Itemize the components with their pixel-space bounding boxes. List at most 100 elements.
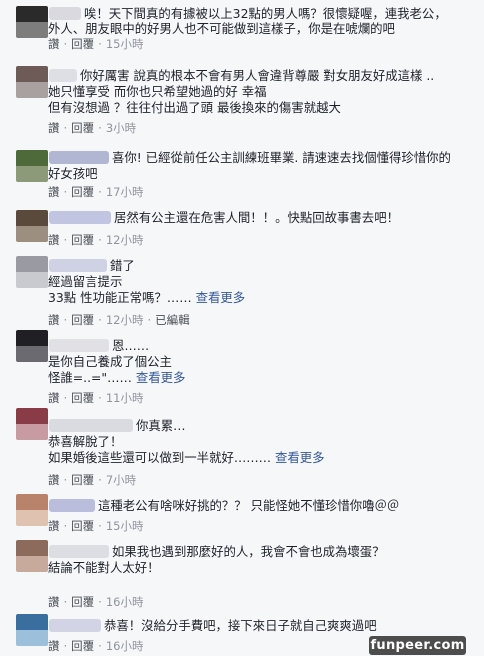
comment-actions: 讚 · 回覆 · 16小時 <box>48 638 143 654</box>
commenter-name-blurred[interactable] <box>49 619 101 632</box>
timestamp[interactable]: 11小時 <box>106 391 144 405</box>
reply-link[interactable]: 回覆 <box>71 37 94 51</box>
edited-label[interactable]: 已編輯 <box>155 313 190 327</box>
like-link[interactable]: 讚 <box>48 473 60 487</box>
separator-dot: · <box>63 233 68 247</box>
avatar[interactable] <box>16 256 48 288</box>
commenter-name-blurred[interactable] <box>49 545 109 558</box>
avatar[interactable] <box>16 408 48 440</box>
avatar[interactable] <box>16 150 48 182</box>
timestamp[interactable]: 7小時 <box>106 473 136 487</box>
separator-dot: · <box>98 473 102 487</box>
avatar[interactable] <box>16 494 48 526</box>
see-more-link[interactable]: 查看更多 <box>271 450 325 465</box>
separator-dot: · <box>98 639 102 653</box>
like-link[interactable]: 讚 <box>48 185 60 199</box>
avatar[interactable] <box>16 540 48 572</box>
timestamp[interactable]: 16小時 <box>106 639 144 653</box>
comment-actions: 讚 · 回覆 · 12小時 · 已編輯 <box>48 312 190 328</box>
avatar[interactable] <box>16 6 48 38</box>
separator-dot: · <box>63 639 68 653</box>
see-more-link[interactable]: 查看更多 <box>192 290 246 305</box>
avatar[interactable] <box>16 614 48 646</box>
comment-text: 結論不能對人太好！ <box>48 560 160 575</box>
avatar[interactable] <box>16 66 48 98</box>
commenter-name-blurred[interactable] <box>49 69 77 82</box>
comment-thread: 唉！天下間真的有據被以上32點的男人嗎？很懷疑喔，連我老公， 外人、朋友眼中的好男… <box>0 0 484 656</box>
separator-dot: · <box>63 121 68 135</box>
reply-link[interactable]: 回覆 <box>71 391 94 405</box>
commenter-name-blurred[interactable] <box>49 419 133 432</box>
comment-text-line: 恭喜！沒給分手費吧，接下來日子就自己爽爽過吧 <box>104 618 377 633</box>
reply-link[interactable]: 回覆 <box>71 185 94 199</box>
comment-text-line: 你好厲害 說真的根本不會有男人會違背尊嚴 對女朋友好成這樣 .. <box>80 68 434 83</box>
see-more-link[interactable]: 查看更多 <box>132 370 186 385</box>
comment-text-line: 你真累… <box>136 418 186 433</box>
separator-dot: · <box>63 473 68 487</box>
comment-text-line: 外人、朋友眼中的好男人也不可能做到這樣子，你是在唬爛的吧 <box>48 21 395 36</box>
commenter-name-blurred[interactable] <box>49 211 111 224</box>
like-link[interactable]: 讚 <box>48 519 60 533</box>
separator-dot: · <box>98 519 102 533</box>
separator-dot: · <box>98 233 102 247</box>
reply-link[interactable]: 回覆 <box>71 519 94 533</box>
commenter-name-blurred[interactable] <box>49 259 107 272</box>
like-link[interactable]: 讚 <box>48 639 60 653</box>
comment-text-line: 如果我也遇到那麼好的人，我會不會也成為壞蛋？ <box>112 544 385 559</box>
comment-text: 喜你! 已經從前任公主訓練班畢業. 請速速去找個懂得珍惜你的 <box>112 150 451 165</box>
like-link[interactable]: 讚 <box>48 37 60 51</box>
like-link[interactable]: 讚 <box>48 595 60 609</box>
timestamp[interactable]: 15小時 <box>106 519 144 533</box>
reply-link[interactable]: 回覆 <box>71 233 94 247</box>
separator-dot: · <box>98 37 102 51</box>
avatar[interactable] <box>16 210 48 242</box>
reply-link[interactable]: 回覆 <box>71 313 94 327</box>
reply-link[interactable]: 回覆 <box>71 473 94 487</box>
like-link[interactable]: 讚 <box>48 233 60 247</box>
separator-dot: · <box>63 519 68 533</box>
comment-text-line: 喜你! 已經從前任公主訓練班畢業. 請速速去找個懂得珍惜你的 <box>112 150 451 165</box>
comment-text: 怪誰=..="…… <box>48 370 132 385</box>
comment-actions: 讚 · 回覆 · 15小時 <box>48 36 143 52</box>
comment-text: 你真累… <box>136 418 186 433</box>
separator-dot: · <box>98 185 102 199</box>
comment-text: 33點 性功能正常嗎？…… <box>48 290 192 305</box>
comment-actions: 讚 · 回覆 · 12小時 <box>48 232 143 248</box>
comment-text-line: 她只懂享受 而你也只希望她過的好 幸福 <box>48 84 267 99</box>
comment-actions: 讚 · 回覆 · 16小時 <box>48 594 143 610</box>
separator-dot: · <box>98 595 102 609</box>
comment-text-line: 錯了 <box>110 258 135 273</box>
reply-link[interactable]: 回覆 <box>71 121 94 135</box>
comment-text-line: 居然有公主還在危害人間！！。快點回故事書去吧！ <box>114 210 399 225</box>
like-link[interactable]: 讚 <box>48 121 60 135</box>
commenter-name-blurred[interactable] <box>49 339 109 352</box>
separator-dot: · <box>63 37 68 51</box>
timestamp[interactable]: 15小時 <box>106 37 144 51</box>
timestamp[interactable]: 3小時 <box>106 121 136 135</box>
commenter-name-blurred[interactable] <box>49 151 109 164</box>
comment-text-line: 但有沒想過 ？往往付出過了頭 最後換來的傷害就越大 <box>48 100 341 115</box>
timestamp[interactable]: 17小時 <box>106 185 144 199</box>
comment-text: 恭喜！沒給分手費吧，接下來日子就自己爽爽過吧 <box>104 618 377 633</box>
timestamp[interactable]: 12小時 <box>106 313 144 327</box>
commenter-name-blurred[interactable] <box>49 7 81 20</box>
comment-text-line: 結論不能對人太好！ <box>48 560 160 575</box>
commenter-name-blurred[interactable] <box>49 499 95 512</box>
comment-text: 這種老公有啥咪好挑的？？ 只能怪她不懂珍惜你嚕＠＠ <box>98 498 400 513</box>
comment-text-line: 怪誰=..="…… 查看更多 <box>48 370 185 385</box>
comment-text: 她只懂享受 而你也只希望她過的好 幸福 <box>48 84 267 99</box>
comment-text: 錯了 <box>110 258 135 273</box>
separator-dot: · <box>98 121 102 135</box>
timestamp[interactable]: 16小時 <box>106 595 144 609</box>
comment-text-line: 經過留言提示 <box>48 274 122 289</box>
like-link[interactable]: 讚 <box>48 391 60 405</box>
comment-text: 好女孩吧 <box>48 166 98 181</box>
reply-link[interactable]: 回覆 <box>71 639 94 653</box>
like-link[interactable]: 讚 <box>48 313 60 327</box>
watermark: funpeer.com <box>369 636 466 655</box>
comment-actions: 讚 · 回覆 · 17小時 <box>48 184 143 200</box>
avatar[interactable] <box>16 330 48 362</box>
reply-link[interactable]: 回覆 <box>71 595 94 609</box>
comment-text-line: 恩…… <box>112 338 149 353</box>
timestamp[interactable]: 12小時 <box>106 233 144 247</box>
